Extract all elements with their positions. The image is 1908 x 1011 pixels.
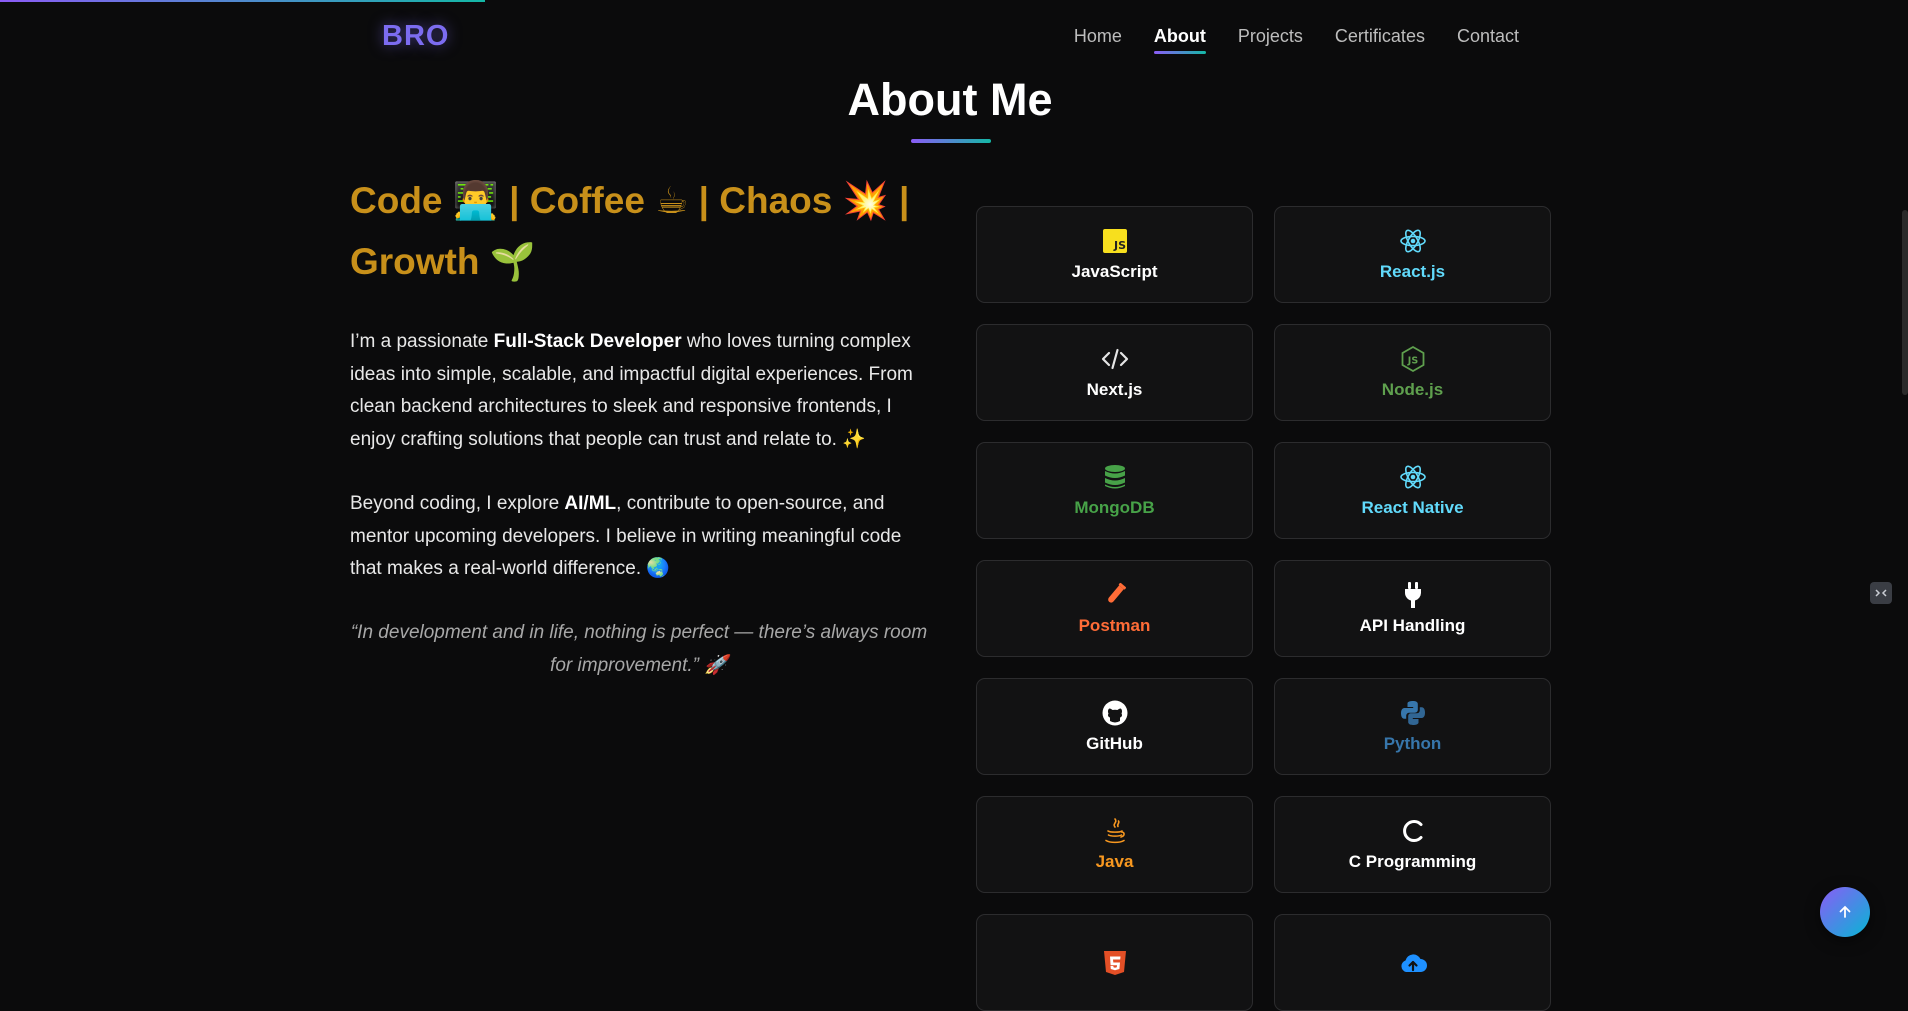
skill-card[interactable]: JS JavaScript [976, 206, 1253, 303]
javascript-icon: JS [1102, 229, 1127, 253]
skill-label: Postman [1078, 616, 1151, 635]
skill-card[interactable]: C Programming [1274, 796, 1551, 893]
about-paragraph-1: I’m a passionate Full-Stack Developer wh… [350, 331, 913, 450]
nav-about[interactable]: About [1153, 26, 1206, 54]
skill-card[interactable] [1274, 914, 1551, 1011]
skill-card[interactable] [976, 914, 1253, 1011]
section-title: About Me [847, 74, 1053, 125]
c-icon [1402, 820, 1422, 842]
react-icon [1399, 229, 1426, 253]
html5-icon [1103, 950, 1126, 975]
database-icon [1104, 465, 1125, 489]
python-icon [1400, 701, 1425, 725]
scroll-to-top-button[interactable] [1820, 887, 1870, 937]
quote: “In development and in life, nothing is … [350, 622, 928, 676]
skill-label: Java [1095, 852, 1134, 871]
tagline: Code 👨‍💻 | Coffee ☕ | Chaos 💥 | Growth 🌱 [350, 180, 910, 282]
skill-card[interactable]: JS Node.js [1274, 324, 1551, 421]
nav-certificates[interactable]: Certificates [1335, 26, 1425, 47]
java-icon [1104, 818, 1125, 844]
skill-label: C Programming [1348, 852, 1477, 871]
skill-label: JavaScript [1071, 262, 1158, 281]
tagline-coffee: Coffee [529, 180, 645, 221]
tagline-chaos: Chaos [719, 180, 833, 221]
nodejs-icon: JS [1401, 345, 1424, 373]
skill-label: MongoDB [1074, 498, 1155, 517]
skill-card[interactable]: GitHub [976, 678, 1253, 775]
plug-icon [1404, 582, 1421, 608]
scrollbar[interactable] [1902, 210, 1908, 395]
nav-projects[interactable]: Projects [1238, 26, 1303, 47]
skill-label: Node.js [1381, 380, 1444, 399]
skill-label: Python [1383, 734, 1442, 753]
svg-text:JS: JS [1406, 356, 1418, 367]
code-brackets-icon [1101, 348, 1128, 370]
test-tube-icon [1107, 582, 1126, 603]
skills-grid: JS JavaScript React.js Next.js JS Node.js Mong… [976, 206, 1552, 1011]
skill-label: API Handling [1359, 616, 1466, 635]
skill-card[interactable]: Python [1274, 678, 1551, 775]
skill-label: React.js [1379, 262, 1446, 281]
skill-card[interactable]: React.js [1274, 206, 1551, 303]
side-widget-icon[interactable] [1870, 582, 1892, 604]
title-underline [911, 139, 991, 143]
skill-label: React Native [1361, 498, 1464, 517]
react-icon [1399, 465, 1426, 489]
about-paragraph-2: Beyond coding, I explore AI/ML, contribu… [350, 493, 902, 579]
rocket-icon: 🚀 [704, 655, 728, 676]
cloud-upload-icon [1400, 953, 1427, 972]
technologist-icon: 👨‍💻 [452, 180, 499, 221]
scroll-progress-bar [0, 0, 485, 2]
svg-text:JS: JS [1112, 239, 1125, 252]
main-nav: Home About Projects Certificates Contact [1074, 26, 1519, 54]
skill-card[interactable]: API Handling [1274, 560, 1551, 657]
skill-card[interactable]: Next.js [976, 324, 1253, 421]
coffee-icon: ☕ [655, 180, 689, 221]
skill-card[interactable]: Java [976, 796, 1253, 893]
skill-card[interactable]: Postman [976, 560, 1253, 657]
github-icon [1102, 700, 1127, 726]
skill-label: GitHub [1086, 734, 1143, 753]
explosion-icon: 💥 [842, 180, 889, 221]
nav-home[interactable]: Home [1074, 26, 1122, 47]
sparkles-icon: ✨ [842, 428, 866, 450]
skill-label: Next.js [1086, 380, 1143, 399]
seedling-icon: 🌱 [489, 241, 536, 282]
globe-icon: 🌏 [646, 558, 671, 579]
skill-card[interactable]: MongoDB [976, 442, 1253, 539]
arrow-up-icon [1839, 905, 1851, 918]
skill-card[interactable]: React Native [1274, 442, 1551, 539]
tagline-growth: Growth [350, 241, 480, 282]
site-logo[interactable]: BRO [382, 20, 449, 53]
tagline-code: Code [350, 180, 443, 221]
nav-contact[interactable]: Contact [1457, 26, 1519, 47]
